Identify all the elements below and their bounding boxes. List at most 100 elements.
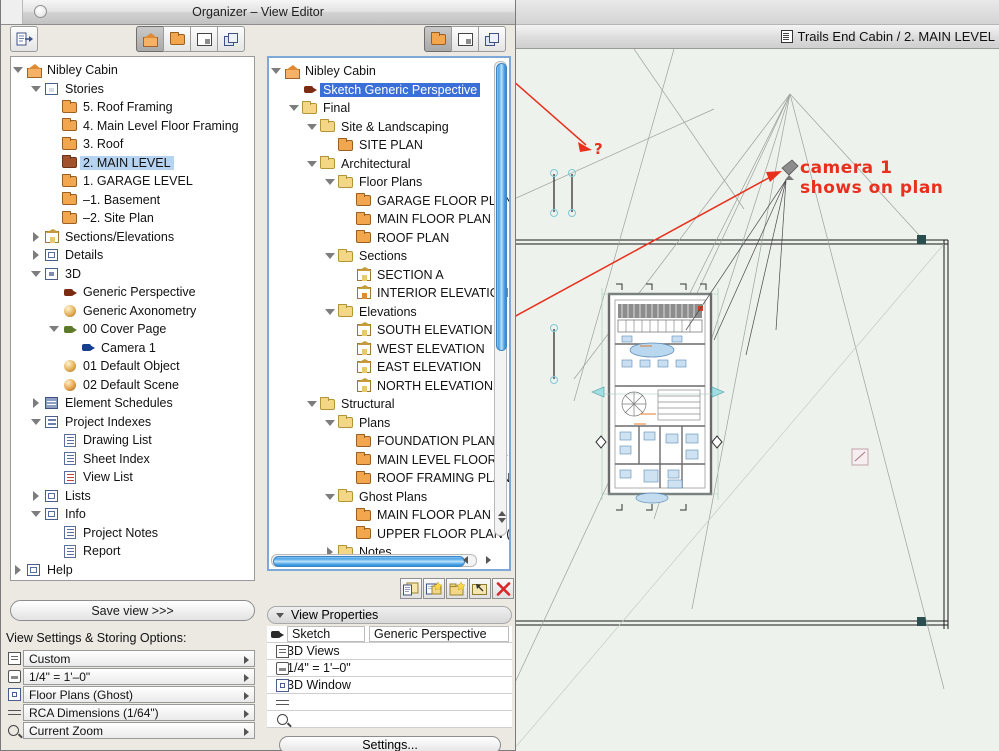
twisty-down-icon[interactable] xyxy=(305,124,319,130)
view-map-vertical-scrollbar[interactable] xyxy=(494,61,507,536)
export-arrow-icon-button[interactable] xyxy=(10,26,38,52)
view-setting-popup[interactable]: Current Zoom xyxy=(23,722,255,739)
twisty-right-icon[interactable] xyxy=(29,398,43,408)
popup-arrow-icon[interactable] xyxy=(244,710,249,718)
tree-row[interactable]: Floor Plans xyxy=(269,173,511,192)
popup-arrow-icon[interactable] xyxy=(244,728,249,736)
tree-row[interactable]: ROOF PLAN xyxy=(269,229,511,248)
project-chooser-button[interactable] xyxy=(136,26,164,52)
scroll-left-arrow-icon[interactable] xyxy=(463,556,468,564)
tree-row[interactable]: Ghost Plans xyxy=(269,488,511,507)
tree-row[interactable]: 01 Default Object xyxy=(11,357,242,376)
project-tree-panel[interactable]: Nibley CabinStories5. Roof Framing4. Mai… xyxy=(10,56,255,581)
twisty-down-icon[interactable] xyxy=(323,253,337,259)
tree-row[interactable]: FOUNDATION PLAN xyxy=(269,432,511,451)
new-clone-folder-button[interactable] xyxy=(423,578,445,599)
tree-row[interactable]: Lists xyxy=(11,487,242,506)
popup-arrow-icon[interactable] xyxy=(244,692,249,700)
popup-arrow-icon[interactable] xyxy=(244,656,249,664)
twisty-right-icon[interactable] xyxy=(29,491,43,501)
tree-row[interactable]: 4. Main Level Floor Framing xyxy=(11,117,242,136)
scroll-right-arrow-icon[interactable] xyxy=(486,556,491,564)
tree-row[interactable]: MAIN FLOOR PLAN (( xyxy=(269,506,511,525)
scroll-up-arrow-icon[interactable] xyxy=(498,511,506,516)
twisty-down-icon[interactable] xyxy=(323,309,337,315)
twisty-down-icon[interactable] xyxy=(269,68,283,74)
tree-row[interactable]: Element Schedules xyxy=(11,394,242,413)
tree-row[interactable]: Sections/Elevations xyxy=(11,228,242,247)
tree-row[interactable]: 00 Cover Page xyxy=(11,320,242,339)
close-circle-icon[interactable] xyxy=(34,5,47,18)
view-map-button-right[interactable] xyxy=(424,26,452,52)
view-setting-popup[interactable]: Floor Plans (Ghost) xyxy=(23,686,255,703)
view-id-field[interactable]: Sketch xyxy=(287,626,365,642)
tree-row[interactable]: Generic Perspective xyxy=(11,283,242,302)
organizer-window[interactable]: Organizer – View Editor xyxy=(0,0,516,751)
tree-row[interactable]: Sections xyxy=(269,247,511,266)
view-property-row[interactable]: 3D Window xyxy=(267,677,512,694)
tree-row[interactable]: Final xyxy=(269,99,511,118)
twisty-down-icon[interactable] xyxy=(29,271,43,277)
scrollbar-arrows[interactable] xyxy=(495,509,508,535)
twisty-down-icon[interactable] xyxy=(305,161,319,167)
layout-book-button-right[interactable] xyxy=(451,26,479,52)
tree-row[interactable]: Project Notes xyxy=(11,524,242,543)
view-properties-header[interactable]: View Properties xyxy=(267,606,512,624)
tree-row[interactable]: 3. Roof xyxy=(11,135,242,154)
tree-row[interactable]: UPPER FLOOR PLAN ( xyxy=(269,525,511,544)
tree-row[interactable]: Structural xyxy=(269,395,511,414)
organizer-titlebar[interactable]: Organizer – View Editor xyxy=(1,0,515,25)
open-view-button[interactable] xyxy=(469,578,491,599)
view-setting-popup[interactable]: RCA Dimensions (1/64") xyxy=(23,704,255,721)
twisty-down-icon[interactable] xyxy=(11,67,25,73)
tree-row[interactable]: 02 Default Scene xyxy=(11,376,242,395)
tree-row[interactable]: Site & Landscaping xyxy=(269,118,511,137)
tree-row[interactable]: Nibley Cabin xyxy=(269,62,511,81)
twisty-down-icon[interactable] xyxy=(29,86,43,92)
view-setting-popup[interactable]: Custom xyxy=(23,650,255,667)
twisty-down-icon[interactable] xyxy=(29,419,43,425)
tree-row[interactable]: Report xyxy=(11,542,242,561)
tree-row[interactable]: Project Indexes xyxy=(11,413,242,432)
twisty-down-icon[interactable] xyxy=(47,326,61,332)
view-setting-popup[interactable]: 1/4" = 1'–0" xyxy=(23,668,255,685)
twisty-right-icon[interactable] xyxy=(29,250,43,260)
twisty-down-icon[interactable] xyxy=(287,105,301,111)
tree-row[interactable]: 2. MAIN LEVEL xyxy=(11,154,242,173)
tree-row[interactable]: Drawing List xyxy=(11,431,242,450)
publisher-sets-button[interactable] xyxy=(217,26,245,52)
tree-row[interactable]: Sheet Index xyxy=(11,450,242,469)
tree-row[interactable]: Help xyxy=(11,561,242,580)
tree-row[interactable]: SITE PLAN xyxy=(269,136,511,155)
view-property-row[interactable]: 1/4" = 1'–0" xyxy=(267,660,512,677)
tree-row[interactable]: 1. GARAGE LEVEL xyxy=(11,172,242,191)
chevron-down-icon[interactable] xyxy=(276,613,284,618)
view-name-field[interactable]: Generic Perspective xyxy=(369,626,509,642)
tree-row[interactable]: Sketch Generic Perspective xyxy=(269,81,511,100)
tree-row[interactable]: SOUTH ELEVATION xyxy=(269,321,511,340)
tree-row[interactable]: Info xyxy=(11,505,242,524)
drawing-canvas[interactable]: Trails End Cabin / 2. MAIN LEVEL xyxy=(514,0,999,751)
tree-row[interactable]: 5. Roof Framing xyxy=(11,98,242,117)
tree-row[interactable]: NORTH ELEVATION xyxy=(269,377,511,396)
tree-row[interactable]: View List xyxy=(11,468,242,487)
tree-row[interactable]: SECTION A xyxy=(269,266,511,285)
twisty-down-icon[interactable] xyxy=(29,511,43,517)
twisty-down-icon[interactable] xyxy=(323,179,337,185)
view-name-row[interactable]: Sketch Generic Perspective xyxy=(267,626,512,643)
view-map-tree-panel[interactable]: Nibley CabinSketch Generic PerspectiveFi… xyxy=(267,56,511,571)
layout-book-button[interactable] xyxy=(190,26,218,52)
save-view-button[interactable]: Save view >>> xyxy=(10,600,255,621)
new-folder-button[interactable] xyxy=(446,578,468,599)
edit-view-settings-button[interactable] xyxy=(400,578,422,599)
view-property-row[interactable] xyxy=(267,694,512,711)
tree-row[interactable]: Stories xyxy=(11,80,242,99)
twisty-down-icon[interactable] xyxy=(323,494,337,500)
settings-button[interactable]: Settings... xyxy=(279,736,501,751)
twisty-right-icon[interactable] xyxy=(11,565,25,575)
delete-view-button[interactable] xyxy=(492,578,514,599)
tree-row[interactable]: ROOF FRAMING PLAN xyxy=(269,469,511,488)
twisty-down-icon[interactable] xyxy=(323,420,337,426)
tree-row[interactable]: Details xyxy=(11,246,242,265)
tree-row[interactable]: –2. Site Plan xyxy=(11,209,242,228)
